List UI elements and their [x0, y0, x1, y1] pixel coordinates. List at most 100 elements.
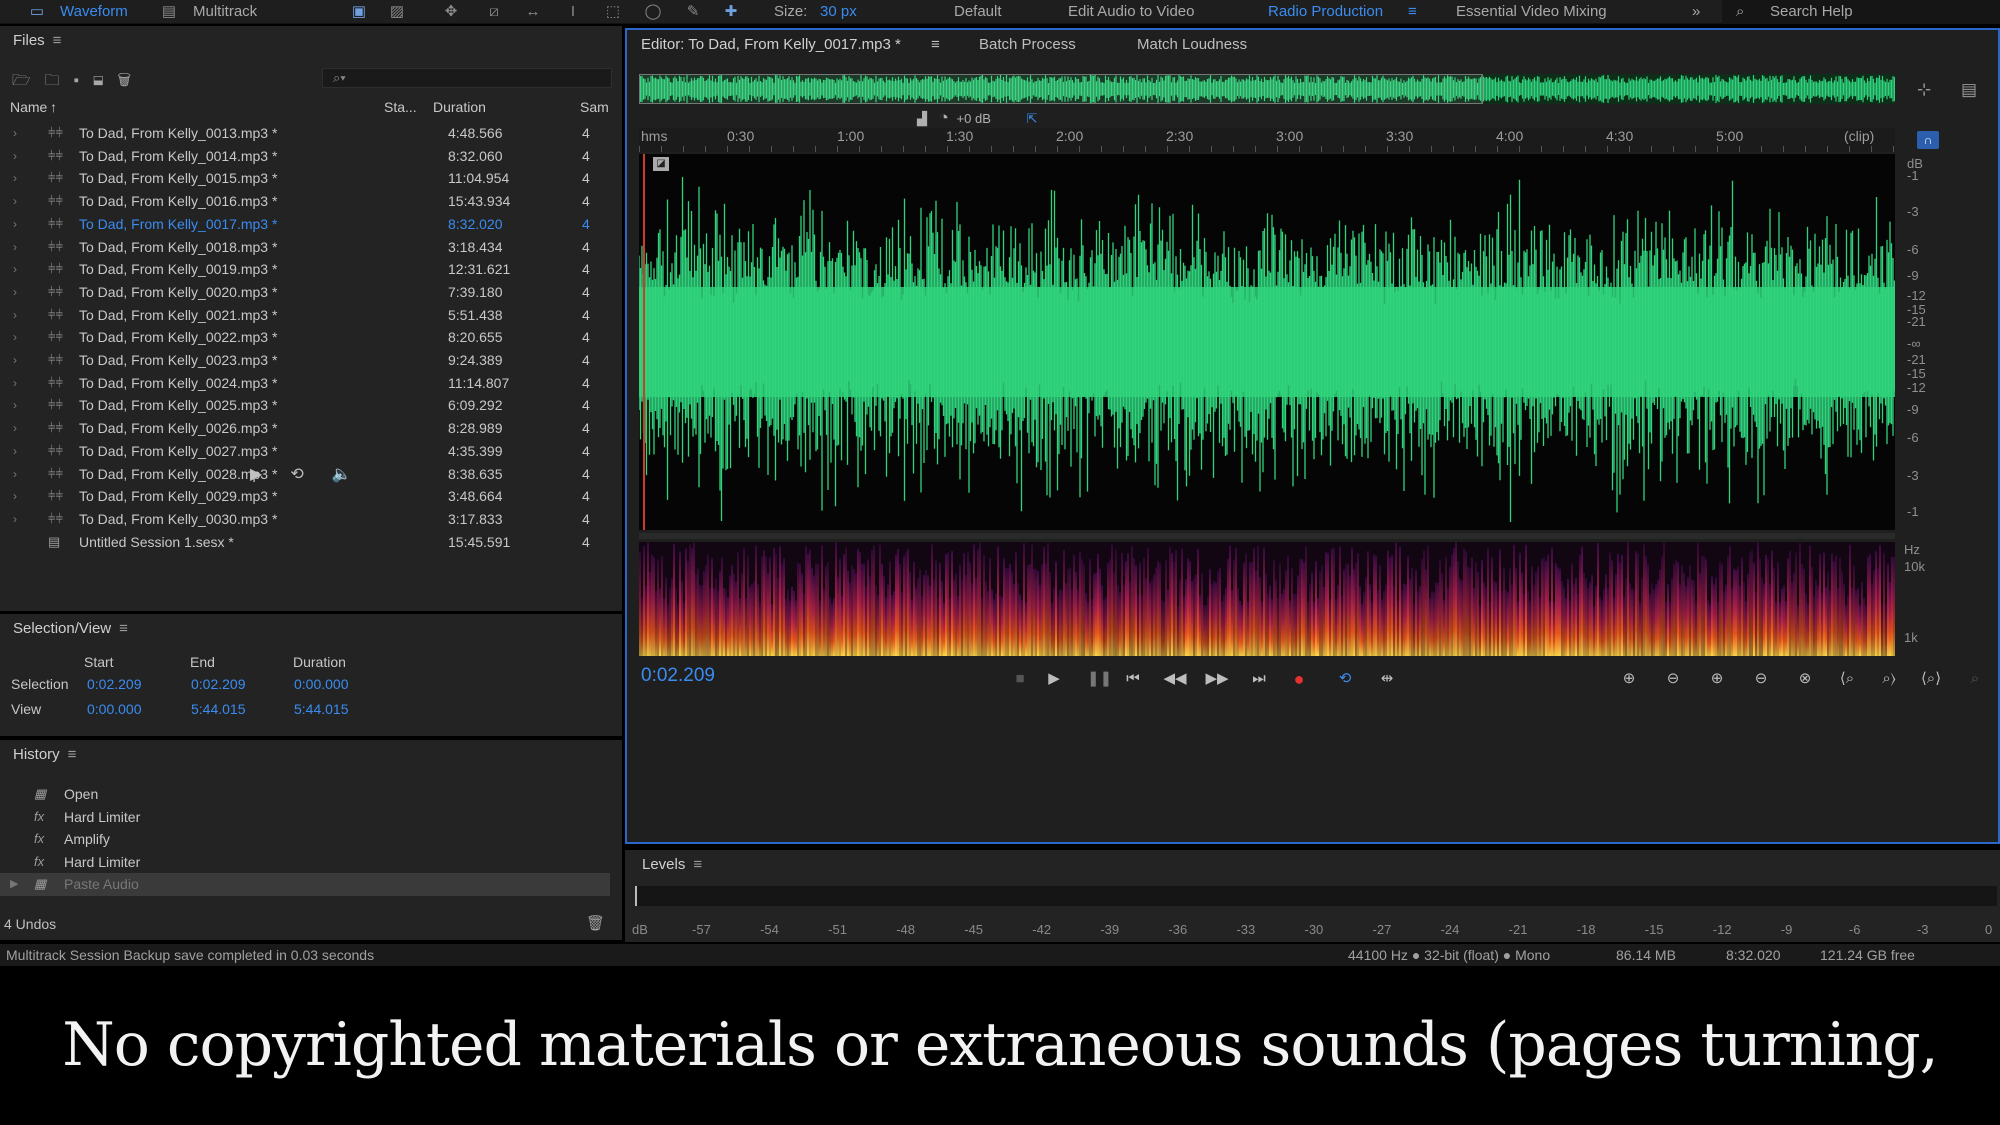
overview-navigator[interactable] — [639, 74, 1895, 104]
preview-loop-icon[interactable]: ⟲ — [290, 466, 331, 483]
move-to-previous-icon[interactable]: ⏮ — [1121, 668, 1145, 690]
panel-menu-icon[interactable]: ≡ — [53, 32, 62, 49]
zoom-in-at-start-icon[interactable]: ⟨⌕ — [1835, 668, 1859, 690]
gain-knob-icon[interactable]: ◔ — [939, 108, 949, 127]
tab-editor[interactable]: Editor: To Dad, From Kelly_0017.mp3 * — [641, 36, 901, 53]
tab-menu-icon[interactable]: ≡ — [931, 36, 940, 53]
view-divider[interactable] — [639, 533, 1895, 539]
duration-column-header[interactable]: Duration — [433, 99, 486, 115]
workspace-essential-video-mixing[interactable]: Essential Video Mixing — [1456, 2, 1607, 22]
file-list-row[interactable]: ▤ Untitled Session 1.sesx * 15:45.591 4 — [0, 531, 610, 554]
panel-menu-icon[interactable]: ≡ — [119, 620, 128, 637]
expand-arrow-icon[interactable]: › — [13, 281, 17, 304]
file-list-row[interactable]: › ⫩⫩ To Dad, From Kelly_0023.mp3 * 9:24.389… — [0, 349, 610, 372]
view-duration-value[interactable]: 5:44.015 — [294, 701, 349, 717]
playhead[interactable] — [643, 154, 645, 530]
history-item-current[interactable]: ▶ ▦ Paste Audio — [0, 873, 610, 896]
expand-arrow-icon[interactable]: › — [13, 190, 17, 213]
file-list-row[interactable]: › ⫩⫩ To Dad, From Kelly_0020.mp3 * 7:39.180… — [0, 281, 610, 304]
expand-arrow-icon[interactable]: › — [13, 304, 17, 327]
panel-menu-icon[interactable]: ≡ — [693, 856, 702, 873]
record-icon[interactable]: ● — [1287, 668, 1311, 690]
spectral-display-icon[interactable]: ▣ — [348, 3, 370, 21]
sample-column-header[interactable]: Sam — [580, 99, 609, 115]
workspace-menu-icon[interactable]: ≡ — [1408, 2, 1417, 22]
selection-start-value[interactable]: 0:02.209 — [87, 676, 142, 692]
zoom-in-time-icon[interactable]: ⊕ — [1705, 668, 1729, 690]
expand-arrow-icon[interactable]: › — [13, 440, 17, 463]
selection-end-value[interactable]: 0:02.209 — [191, 676, 246, 692]
expand-arrow-icon[interactable]: › — [13, 394, 17, 417]
new-file-icon[interactable]: ▪ — [74, 72, 93, 89]
marquee-tool-icon[interactable]: ⬚ — [602, 3, 624, 21]
waveform-mode-button[interactable]: Waveform — [60, 2, 128, 22]
file-list-row[interactable]: › ⫩⫩ To Dad, From Kelly_0013.mp3 * 4:48.566… — [0, 122, 610, 145]
workspace-default[interactable]: Default — [954, 2, 1002, 22]
expand-arrow-icon[interactable]: › — [13, 349, 17, 372]
spot-healing-tool-icon[interactable]: ✚ — [720, 3, 742, 21]
view-end-value[interactable]: 5:44.015 — [191, 701, 246, 717]
workspace-edit-audio-to-video[interactable]: Edit Audio to Video — [1068, 2, 1195, 22]
search-box[interactable]: ⌕ Search Help — [1722, 0, 2000, 24]
history-item[interactable]: ▦ Open — [0, 783, 610, 806]
selection-duration-value[interactable]: 0:00.000 — [294, 676, 349, 692]
overview-visible-range[interactable] — [639, 74, 1483, 104]
play-icon[interactable]: ▶ — [1042, 668, 1066, 690]
gain-value[interactable]: +0 dB — [957, 111, 991, 126]
name-column-header[interactable]: Name — [10, 99, 47, 115]
file-list-row[interactable]: › ⫩⫩ To Dad, From Kelly_0024.mp3 * 11:14.80… — [0, 372, 610, 395]
file-list-row[interactable]: › ⫩⫩ To Dad, From Kelly_0019.mp3 * 12:31.62… — [0, 258, 610, 281]
loop-playback-icon[interactable]: ⟲ — [1333, 668, 1357, 690]
tab-match-loudness[interactable]: Match Loudness — [1137, 36, 1247, 53]
history-item[interactable]: fx Hard Limiter — [0, 806, 610, 829]
expand-arrow-icon[interactable]: › — [13, 145, 17, 168]
zoom-to-selection-icon[interactable]: ⟨⌕⟩ — [1919, 668, 1943, 690]
pause-icon[interactable]: ❚❚ — [1087, 668, 1112, 690]
zoom-to-clip-icon[interactable]: ⌕ — [1963, 668, 1987, 690]
waveform-view-icon[interactable]: ▭ — [26, 3, 48, 21]
workspace-radio-production[interactable]: Radio Production — [1268, 2, 1383, 22]
stop-icon[interactable]: ■ — [1008, 668, 1032, 690]
history-item[interactable]: fx Hard Limiter — [0, 851, 610, 874]
skip-selection-icon[interactable]: ⇹ — [1375, 668, 1399, 690]
panel-options-icon[interactable]: ▤ — [1961, 80, 1977, 100]
multitrack-view-icon[interactable]: ▤ — [158, 3, 180, 21]
expand-arrow-icon[interactable]: › — [13, 213, 17, 236]
history-item[interactable]: fx Amplify — [0, 828, 610, 851]
file-list-row[interactable]: › ⫩⫩ To Dad, From Kelly_0017.mp3 * 8:32.020… — [0, 213, 610, 236]
lasso-tool-icon[interactable]: ◯ — [642, 3, 664, 21]
import-file-icon[interactable]: 🗀 — [45, 72, 74, 89]
zoom-out-amplitude-icon[interactable]: ⊖ — [1661, 668, 1685, 690]
status-column-header[interactable]: Sta... — [384, 99, 417, 115]
file-list-row[interactable]: › ⫩⫩ To Dad, From Kelly_0027.mp3 * 4:35.399… — [0, 440, 610, 463]
preview-play-icon[interactable]: ▶ — [250, 466, 290, 483]
slip-tool-icon[interactable]: ↔ — [522, 3, 544, 21]
preview-volume-icon[interactable]: 🔈 — [332, 466, 380, 483]
open-file-icon[interactable]: 🗁 — [12, 72, 45, 89]
panel-menu-icon[interactable]: ≡ — [68, 746, 77, 763]
expand-arrow-icon[interactable]: › — [13, 508, 17, 531]
razor-tool-icon[interactable]: ⧄ — [483, 3, 505, 21]
search-help-input[interactable]: Search Help — [1770, 2, 1853, 22]
expand-arrow-icon[interactable]: › — [13, 122, 17, 145]
file-list-row[interactable]: › ⫩⫩ To Dad, From Kelly_0030.mp3 * 3:17.833… — [0, 508, 610, 531]
files-filter-input[interactable]: ⌕▾ — [322, 68, 612, 88]
headphone-icon[interactable]: ∩ — [1917, 131, 1939, 149]
expand-arrow-icon[interactable]: › — [13, 485, 17, 508]
hud-pin-icon[interactable]: ⇱ — [1027, 111, 1038, 126]
file-list-row[interactable]: › ⫩⫩ To Dad, From Kelly_0018.mp3 * 3:18.434… — [0, 236, 610, 259]
clip-envelope-icon[interactable]: ◪ — [653, 157, 669, 171]
clear-history-icon[interactable]: 🗑 — [586, 914, 605, 932]
zoom-out-time-icon[interactable]: ⊖ — [1749, 668, 1773, 690]
expand-arrow-icon[interactable]: › — [13, 236, 17, 259]
tab-batch-process[interactable]: Batch Process — [979, 36, 1076, 53]
zoom-out-full-icon[interactable]: ⊗ — [1793, 668, 1817, 690]
move-tool-icon[interactable]: ✥ — [440, 3, 462, 21]
multitrack-mode-button[interactable]: Multitrack — [193, 2, 257, 22]
file-list-row[interactable]: › ⫩⫩ To Dad, From Kelly_0014.mp3 * 8:32.060… — [0, 145, 610, 168]
file-list-row[interactable]: › ⫩⫩ To Dad, From Kelly_0015.mp3 * 11:04.95… — [0, 167, 610, 190]
size-value[interactable]: 30 px — [820, 2, 857, 22]
file-list-row[interactable]: › ⫩⫩ To Dad, From Kelly_0029.mp3 * 3:48.664… — [0, 485, 610, 508]
brush-tool-icon[interactable]: ✎ — [682, 3, 704, 21]
insert-into-multitrack-icon[interactable]: ⬓ — [93, 72, 118, 89]
